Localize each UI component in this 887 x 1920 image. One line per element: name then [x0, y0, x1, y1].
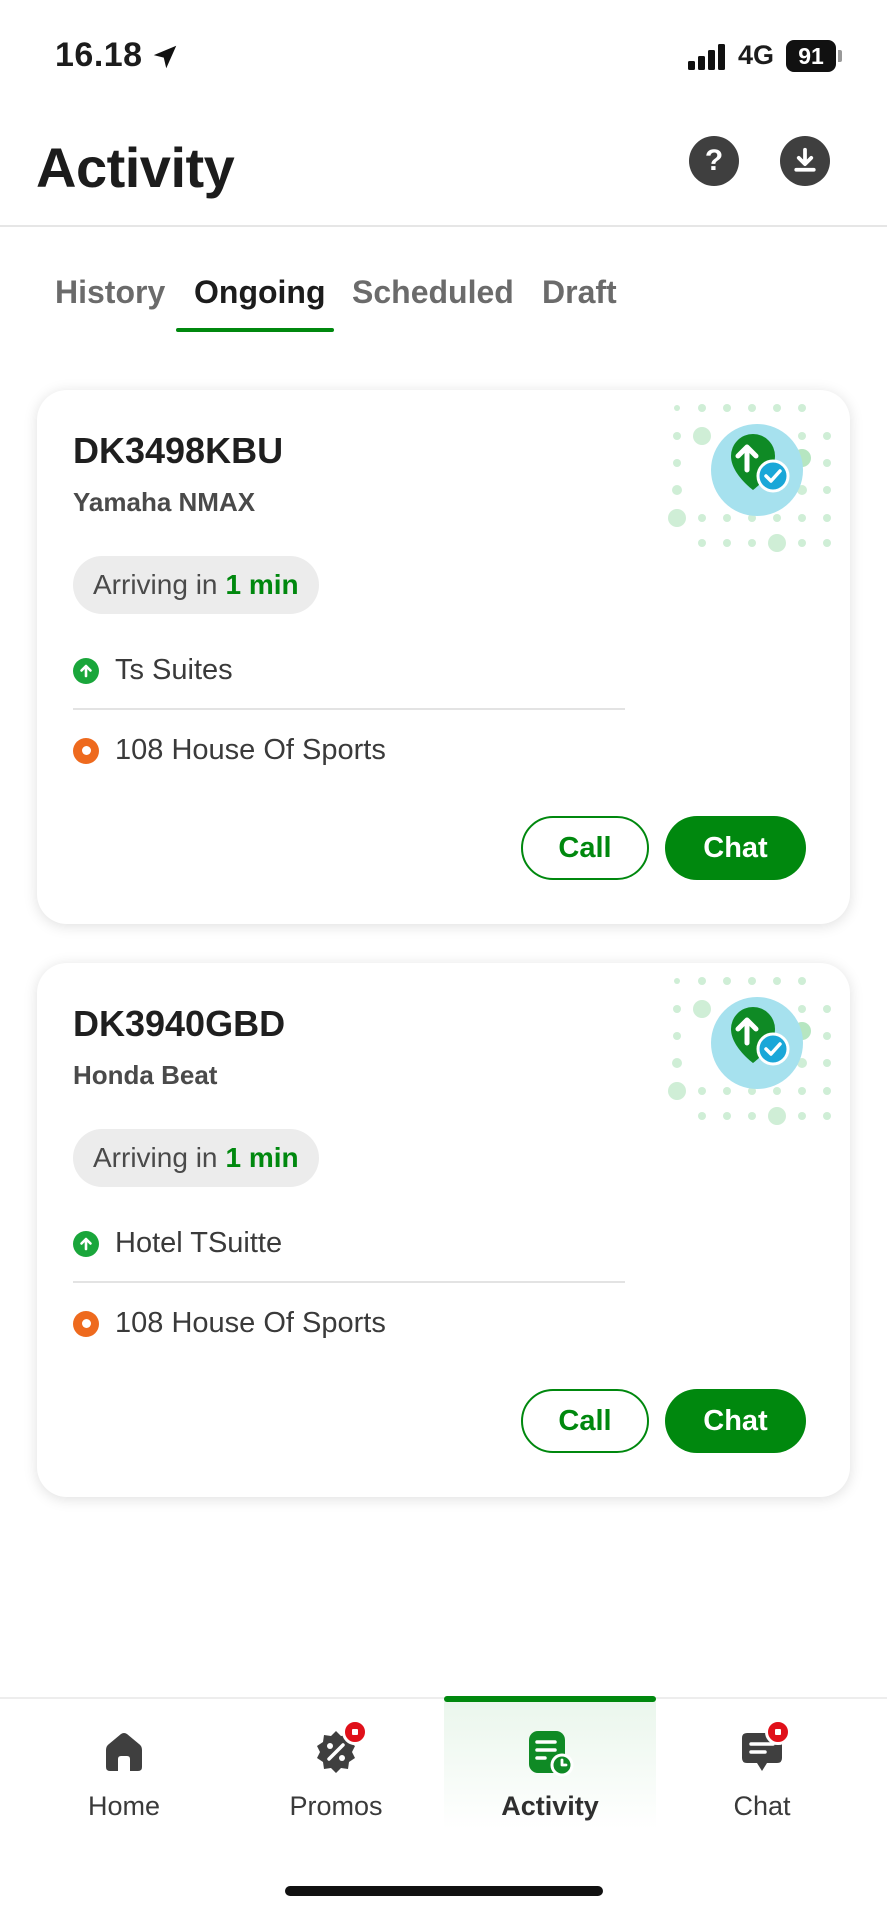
- pickup-location: Hotel TSuitte: [73, 1227, 282, 1260]
- nav-activity[interactable]: Activity: [450, 1699, 650, 1839]
- chat-button[interactable]: Chat: [665, 816, 806, 880]
- pickup-icon: [73, 1230, 99, 1257]
- destination-name: 108 House Of Sports: [115, 1307, 386, 1339]
- destination-icon: [73, 1310, 99, 1337]
- pickup-name: Ts Suites: [115, 654, 233, 686]
- eta-label: Arriving in: [93, 569, 218, 600]
- activity-tabs: History Ongoing Scheduled Draft: [0, 260, 887, 332]
- eta-value: 1 min: [225, 1142, 299, 1173]
- chat-notification-badge: [765, 1719, 791, 1745]
- nav-label: Activity: [501, 1791, 599, 1821]
- help-button[interactable]: ?: [689, 136, 739, 186]
- active-tab-indicator: [176, 328, 334, 332]
- call-button[interactable]: Call: [521, 816, 649, 880]
- promos-notification-badge: [342, 1719, 368, 1745]
- network-type: 4G: [738, 40, 775, 70]
- pickup-name: Hotel TSuitte: [115, 1227, 283, 1259]
- nav-label: Home: [87, 1791, 161, 1821]
- battery-icon: 91: [786, 40, 842, 72]
- help-icon: ?: [704, 144, 724, 177]
- home-indicator[interactable]: [285, 1886, 603, 1896]
- route-divider: [73, 1281, 625, 1283]
- destination-location: 108 House Of Sports: [73, 734, 386, 767]
- tab-scheduled[interactable]: Scheduled: [352, 274, 514, 311]
- pickup-location: Ts Suites: [73, 654, 233, 687]
- header-divider: [0, 225, 887, 227]
- eta-badge: Arriving in 1 min: [73, 556, 319, 614]
- pickup-icon: [73, 657, 99, 684]
- nav-promos[interactable]: Promos: [236, 1699, 436, 1839]
- eta-value: 1 min: [225, 569, 299, 600]
- tab-history[interactable]: History: [55, 274, 165, 311]
- eta-badge: Arriving in 1 min: [73, 1129, 319, 1187]
- nav-label: Promos: [289, 1791, 383, 1821]
- destination-name: 108 House Of Sports: [115, 734, 386, 766]
- call-button[interactable]: Call: [521, 1389, 649, 1453]
- tab-ongoing[interactable]: Ongoing: [194, 274, 326, 311]
- verified-driver-badge-icon: [668, 404, 831, 552]
- status-bar: 16.18 4G 91: [0, 0, 887, 110]
- nav-chat[interactable]: Chat: [662, 1699, 862, 1839]
- verified-driver-badge-icon: [668, 977, 831, 1125]
- battery-level: 91: [786, 40, 836, 72]
- license-plate: DK3498KBU: [73, 430, 284, 471]
- status-time: 16.18: [55, 36, 143, 74]
- vehicle-model: Honda Beat: [73, 1060, 218, 1090]
- destination-icon: [73, 737, 99, 764]
- eta-label: Arriving in: [93, 1142, 218, 1173]
- download-button[interactable]: [780, 136, 830, 186]
- signal-icon: [688, 44, 725, 70]
- route-divider: [73, 708, 625, 710]
- chat-button[interactable]: Chat: [665, 1389, 806, 1453]
- ride-card[interactable]: DK3498KBU Yamaha NMAX Arriving in 1 min …: [37, 390, 850, 924]
- destination-location: 108 House Of Sports: [73, 1307, 386, 1340]
- page-title: Activity: [36, 136, 235, 199]
- license-plate: DK3940GBD: [73, 1003, 286, 1044]
- tab-draft[interactable]: Draft: [542, 274, 617, 311]
- nav-label: Chat: [733, 1791, 791, 1821]
- activity-icon: [529, 1731, 574, 1777]
- nav-home[interactable]: Home: [24, 1699, 224, 1839]
- location-arrow-icon: [153, 45, 177, 69]
- vehicle-model: Yamaha NMAX: [73, 487, 256, 517]
- download-icon: [794, 147, 816, 172]
- home-icon: [106, 1733, 142, 1771]
- ride-card[interactable]: DK3940GBD Honda Beat Arriving in 1 min H…: [37, 963, 850, 1497]
